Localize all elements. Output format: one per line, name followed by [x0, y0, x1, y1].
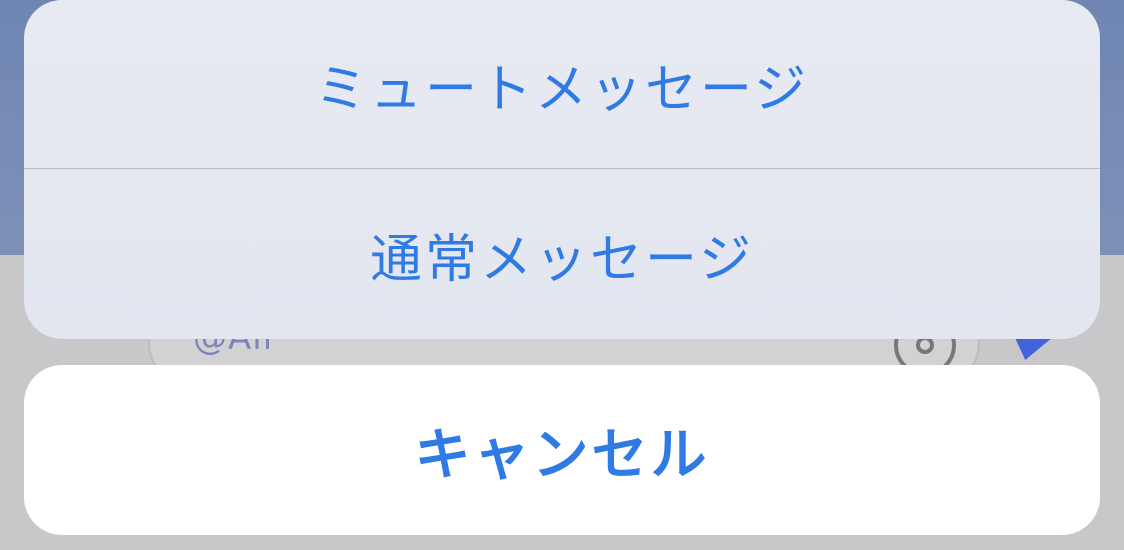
normal-message-option[interactable]: 通常メッセージ: [24, 169, 1100, 339]
cancel-button[interactable]: キャンセル: [24, 365, 1100, 535]
cancel-label: キャンセル: [414, 422, 710, 488]
normal-message-label: 通常メッセージ: [370, 229, 754, 290]
mute-message-label: ミュートメッセージ: [315, 59, 809, 120]
mute-message-option[interactable]: ミュートメッセージ: [24, 0, 1100, 168]
action-sheet: ミュートメッセージ 通常メッセージ: [24, 0, 1100, 339]
